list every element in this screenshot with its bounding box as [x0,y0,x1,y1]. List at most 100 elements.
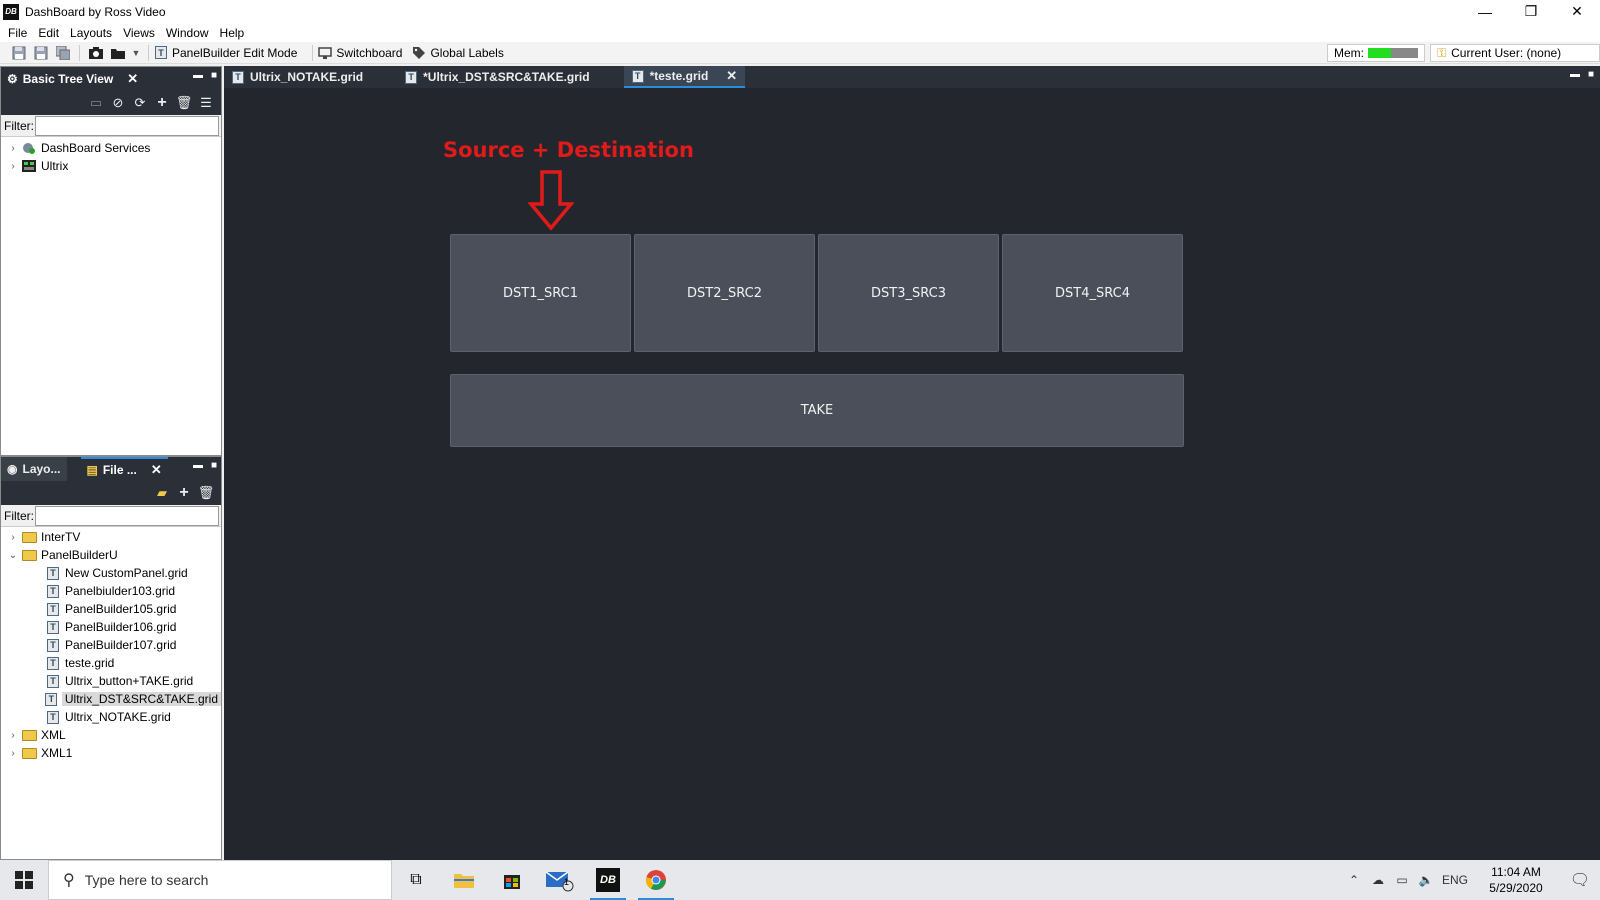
start-button[interactable] [0,860,48,900]
open-folder-icon[interactable] [110,45,126,61]
file-tree-file[interactable]: Tteste.grid [1,654,221,672]
chevron-down-icon[interactable]: ⌄ [7,550,19,561]
file-tree-file[interactable]: T PanelBuilder106.grid [1,618,221,636]
file-tree-folder[interactable]: ⌄ PanelBuilderU [1,546,221,564]
cloud-icon[interactable]: ☁ [1366,873,1390,887]
chevron-right-icon[interactable]: › [7,161,19,172]
battery-icon[interactable]: ▭ [1390,873,1414,887]
chevron-right-icon[interactable]: › [7,748,19,759]
notifications-icon[interactable]: 🗨 [1560,870,1600,890]
save-all-icon[interactable] [55,45,71,61]
mail-button[interactable]: 1 [536,860,584,900]
camera-icon[interactable] [88,45,104,61]
tab-file-navigator[interactable]: ▤ File ... ✕ [80,457,168,481]
new-folder-icon[interactable]: ▰ [151,485,173,501]
switchboard-button[interactable]: Switchboard [318,46,402,60]
menu-edit[interactable]: Edit [34,26,63,40]
minimize-editor-icon[interactable]: ▬ [1570,69,1580,80]
grid-file-icon: T [45,638,61,652]
menu-bar: File Edit Layouts Views Window Help [0,23,1600,42]
restore-button[interactable]: ❐ [1508,0,1554,23]
language-indicator[interactable]: ENG [1438,873,1472,887]
grid-file-icon: T [405,70,418,84]
chrome-button[interactable] [632,860,680,900]
tab-ultrix-dst-src-take[interactable]: T *Ultrix_DST&SRC&TAKE.grid [397,66,597,88]
file-tree-folder[interactable]: › InterTV [1,528,221,546]
chevron-up-icon[interactable]: ⌃ [1342,873,1366,887]
close-tab-icon[interactable]: ✕ [726,68,737,84]
file-filter-input[interactable] [35,505,219,526]
file-tree-file[interactable]: T Panelbiulder103.grid [1,582,221,600]
store-button[interactable] [488,860,536,900]
file-toolbar: ▰ + 🗑 [1,481,221,505]
minimize-panel-icon[interactable]: ▬ [193,460,203,471]
task-view-icon: ⧉ [410,871,422,888]
close-tab-icon[interactable]: ✕ [151,462,162,478]
file-icon: ▤ [86,463,98,477]
chevron-right-icon[interactable]: › [7,532,19,543]
add-icon[interactable]: + [151,94,173,112]
refresh-icon[interactable]: ⟳ [129,95,151,111]
filter-online-icon[interactable]: ⊘ [107,95,129,111]
global-labels-button[interactable]: Global Labels [412,46,504,60]
chevron-right-icon[interactable]: › [7,143,19,154]
file-tree-file[interactable]: T Ultrix_button+TAKE.grid [1,672,221,690]
tree-item-dashboard-services[interactable]: › DashBoard Services [1,139,221,157]
clock[interactable]: 11:04 AM 5/29/2020 [1480,864,1552,896]
minimize-panel-icon[interactable]: ▬ [193,70,203,81]
dropdown-arrow-icon[interactable]: ▼ [132,45,141,61]
chevron-right-icon[interactable]: › [7,730,19,741]
maximize-panel-icon[interactable]: ■ [211,460,217,471]
panelbuilder-edit-mode-button[interactable]: T PanelBuilder Edit Mode [154,46,297,60]
tag-icon [412,46,426,60]
dst3-src3-button[interactable]: DST3_SRC3 [818,234,999,352]
tab-layouts[interactable]: ◉ Layo... [1,457,67,481]
folder-icon [21,728,37,742]
current-user-indicator[interactable]: ⚿ Current User: (none) [1430,44,1600,62]
maximize-editor-icon[interactable]: ■ [1588,69,1594,80]
take-button[interactable]: TAKE [450,374,1184,447]
dst2-src2-button[interactable]: DST2_SRC2 [634,234,815,352]
take-label: TAKE [800,403,834,418]
monitor-icon[interactable]: ▭ [85,95,107,111]
dst1-src1-button[interactable]: DST1_SRC1 [450,234,631,352]
menu-window[interactable]: Window [162,26,213,40]
taskbar-search-box[interactable]: ⚲ Type here to search [48,860,392,900]
menu-file[interactable]: File [4,26,31,40]
list-view-icon[interactable]: ☰ [195,95,217,111]
tree-item-ultrix[interactable]: › Ultrix [1,157,221,175]
file-tree-label: Ultrix_button+TAKE.grid [65,674,194,688]
menu-layouts[interactable]: Layouts [66,26,116,40]
tab-basic-tree-view[interactable]: ⚙ Basic Tree View ✕ [1,67,145,91]
search-icon: ⚲ [63,872,75,889]
file-tree-file[interactable]: T PanelBuilder107.grid [1,636,221,654]
tree-list: › DashBoard Services › Ultrix [1,137,221,175]
file-tree-file[interactable]: T Ultrix_NOTAKE.grid [1,708,221,726]
close-tab-icon[interactable]: ✕ [127,71,138,87]
file-tree-file[interactable]: T PanelBuilder105.grid [1,600,221,618]
tab-teste[interactable]: T *teste.grid ✕ [623,66,746,88]
file-explorer-button[interactable] [440,860,488,900]
menu-help[interactable]: Help [216,26,249,40]
file-tree-folder[interactable]: › XML1 [1,744,221,762]
minimize-button[interactable]: — [1462,0,1508,23]
tab-ultrix-notake[interactable]: T Ultrix_NOTAKE.grid [224,66,371,88]
gear-icon: ⚙ [7,72,18,86]
file-tree-folder[interactable]: › XML [1,726,221,744]
task-view-button[interactable]: ⧉ [392,860,440,900]
menu-views[interactable]: Views [119,26,159,40]
mail-badge: 1 [564,877,570,887]
dst4-src4-button[interactable]: DST4_SRC4 [1002,234,1183,352]
tree-filter-input[interactable] [35,115,219,136]
save-as-icon[interactable] [33,45,49,61]
maximize-panel-icon[interactable]: ■ [211,70,217,81]
dashboard-taskbar-button[interactable]: DB [584,860,632,900]
delete-icon[interactable]: 🗑 [195,485,217,501]
file-tree-file[interactable]: T Ultrix_DST&SRC&TAKE.grid [1,690,221,708]
file-tree-file[interactable]: T New CustomPanel.grid [1,564,221,582]
save-icon[interactable] [11,45,27,61]
add-icon[interactable]: + [173,484,195,502]
delete-icon[interactable]: 🗑 [173,95,195,111]
close-button[interactable]: ✕ [1554,0,1600,23]
volume-icon[interactable]: 🔈 [1414,873,1438,887]
